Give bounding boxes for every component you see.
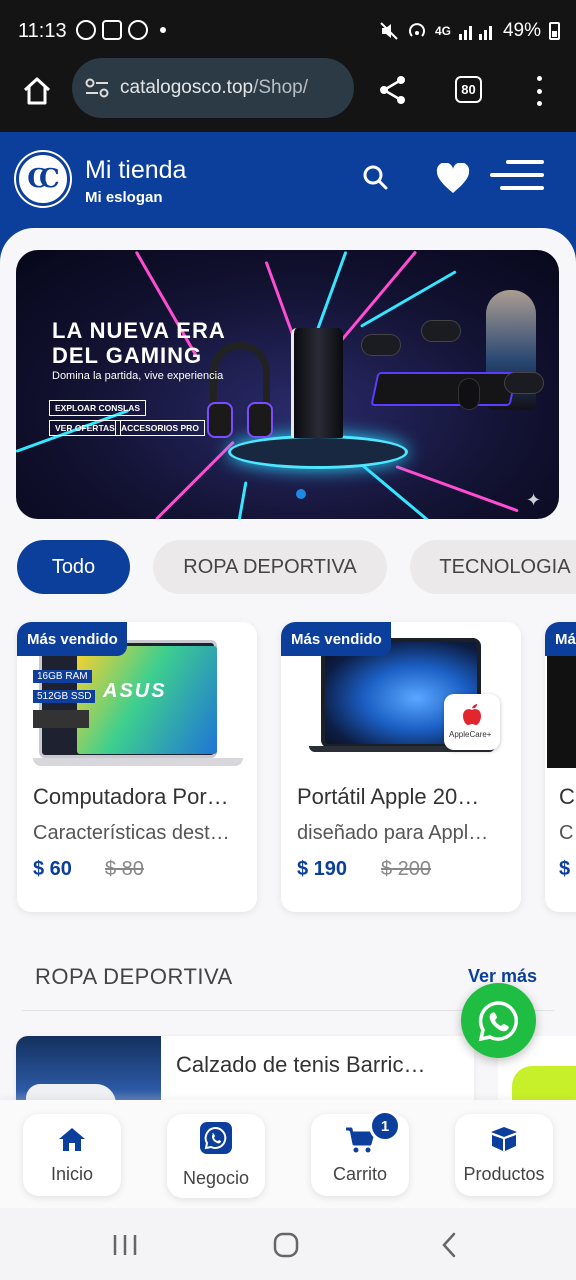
browser-menu-icon[interactable] (534, 76, 544, 106)
banner-subtitle: Domina la partida, vive experiencia (52, 370, 224, 382)
sparkle-icon: ✦ (526, 490, 542, 510)
url-path: /Shop/ (253, 77, 309, 98)
product-price: $ 60 (33, 858, 72, 880)
messenger-notification-icon (128, 20, 148, 40)
product-old-price: $ 80 (105, 858, 144, 880)
product-price: $ 190 (297, 858, 348, 880)
url-host: catalogosco.top (120, 77, 254, 98)
product-card[interactable]: ASUS 16GB RAM 512GB SSD Más vendido Comp… (17, 622, 257, 912)
battery-icon (549, 22, 560, 40)
banner-controller-image (421, 320, 461, 342)
category-chip-tecnologia[interactable]: TECNOLOGIA (410, 540, 576, 594)
banner-controller-image (361, 334, 401, 356)
search-icon[interactable] (362, 164, 388, 190)
product-description: Características dest… (33, 822, 230, 844)
banner-title-line-2: DEL GAMING (52, 343, 203, 368)
nav-label: Productos (463, 1164, 545, 1184)
battery-percent: 49% (502, 20, 541, 41)
whatsapp-icon (478, 1000, 518, 1041)
product-title[interactable]: Portátil Apple 20… (297, 784, 479, 810)
system-status: 4G 49% (379, 20, 560, 42)
product-image (547, 652, 576, 768)
hamburger-menu-icon[interactable] (490, 160, 544, 192)
nav-item-productos[interactable]: Productos (455, 1114, 553, 1196)
best-seller-badge: Má (545, 622, 576, 656)
shop-logo[interactable]: CC (16, 152, 70, 206)
best-seller-badge: Más vendido (281, 622, 391, 656)
product-price: $ (559, 858, 571, 880)
shop-slogan: Mi eslogan (85, 189, 163, 206)
banner-offers-button[interactable]: VER OFERTAS (49, 420, 121, 436)
category-chip-todo[interactable]: Todo (17, 540, 130, 594)
product-title[interactable]: C (559, 784, 575, 810)
status-bar: 11:13 4G 49% (0, 0, 576, 62)
category-chip-ropa-deportiva[interactable]: ROPA DEPORTIVA (153, 540, 387, 594)
product-card[interactable]: AppleCare+ Más vendido Portátil Apple 20… (281, 622, 521, 912)
product-card[interactable]: Má C C $ (545, 622, 576, 912)
home-icon[interactable] (20, 74, 54, 108)
hotspot-icon (409, 23, 425, 37)
spec-cpu-sticker (33, 710, 89, 728)
promo-banner[interactable]: LA NUEVA ERA DEL GAMING Domina la partid… (16, 250, 559, 519)
whatsapp-fab[interactable] (461, 983, 536, 1058)
whatsapp-icon (200, 1122, 232, 1154)
nav-label: Inicio (50, 1164, 94, 1184)
share-icon[interactable] (378, 74, 408, 106)
notification-icons (76, 20, 166, 40)
banner-explore-button[interactable]: EXPLOAR CONSLAS (49, 400, 147, 416)
screen: 11:13 4G 49% catalogosco.top/Shop/ 80 CC… (0, 0, 576, 1280)
nav-label: Negocio (182, 1168, 250, 1188)
status-time: 11:13 (18, 20, 67, 42)
banner-controller-image (504, 372, 544, 394)
more-notifications-icon (160, 27, 166, 33)
back-icon[interactable] (440, 1232, 458, 1258)
banner-accessories-button[interactable]: ACCESORIOS PRO (115, 420, 205, 436)
carousel-dot-active[interactable] (296, 489, 306, 499)
recent-apps-icon[interactable] (112, 1233, 138, 1257)
banner-mouse-image (458, 378, 480, 410)
whatsapp-notification-icon (76, 20, 96, 40)
app-notification-icon (102, 20, 122, 40)
best-seller-badge: Más vendido (17, 622, 127, 656)
system-navigation-bar (0, 1208, 576, 1280)
signal-icon (458, 26, 492, 40)
banner-title-line-1: LA NUEVA ERA (52, 318, 226, 343)
mute-icon (380, 22, 398, 40)
bottom-navigation: Inicio Negocio 1 Carrito Productos (0, 1100, 576, 1208)
product-title[interactable]: Computadora Por… (33, 784, 229, 810)
shop-name[interactable]: Mi tienda (85, 156, 186, 185)
laptop-base (33, 758, 243, 766)
nav-item-carrito[interactable]: 1 Carrito (311, 1110, 409, 1196)
box-icon (491, 1127, 517, 1151)
nav-item-negocio[interactable]: Negocio (167, 1114, 265, 1198)
apple-logo-icon (463, 704, 481, 725)
address-bar[interactable]: catalogosco.top/Shop/ (72, 58, 354, 118)
favorites-heart-icon[interactable] (436, 163, 470, 195)
banner-title: LA NUEVA ERA DEL GAMING (52, 318, 226, 368)
spec-ram: 16GB RAM (33, 670, 92, 683)
laptop-brand: ASUS (103, 680, 167, 702)
network-type: 4G (434, 24, 451, 38)
applecare-box: AppleCare+ (444, 694, 500, 750)
home-icon (59, 1128, 85, 1151)
product-old-price: $ 200 (381, 858, 432, 880)
cart-count-badge: 1 (369, 1110, 401, 1142)
banner-console-image (291, 328, 343, 438)
banner-keyboard-image (370, 372, 518, 406)
browser-toolbar: catalogosco.top/Shop/ 80 (0, 58, 576, 132)
product-description: diseñado para Appl… (297, 822, 489, 844)
section-title: ROPA DEPORTIVA (35, 964, 233, 989)
product-description: C (559, 822, 574, 844)
applecare-label: AppleCare+ (449, 730, 492, 739)
nav-label: Carrito (332, 1164, 387, 1184)
nav-item-inicio[interactable]: Inicio (23, 1114, 121, 1196)
tabs-button[interactable]: 80 (455, 76, 482, 103)
banner-platform (228, 435, 408, 469)
spec-ssd: 512GB SSD (33, 690, 96, 703)
url-text: catalogosco.top/Shop/ (120, 77, 308, 99)
site-settings-icon[interactable] (84, 77, 110, 99)
product-title[interactable]: Calzado de tenis Barric… (176, 1052, 425, 1078)
home-button-icon[interactable] (273, 1232, 299, 1258)
